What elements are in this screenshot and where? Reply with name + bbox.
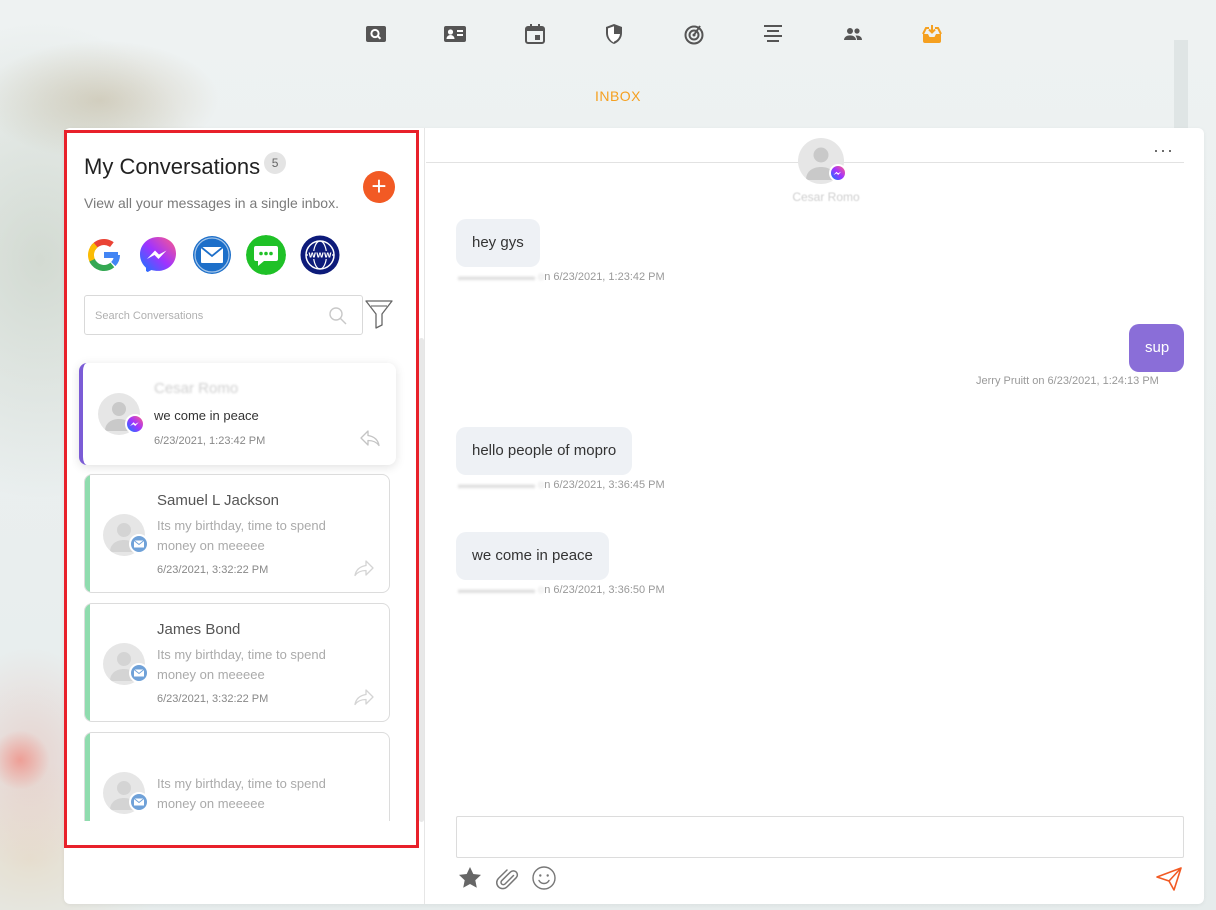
search-icon[interactable] [328, 306, 348, 326]
conversation-preview: Its my birthday, time to spend money on … [157, 518, 326, 553]
conversation-name: Samuel L Jackson [157, 492, 280, 509]
nav-contacts[interactable] [416, 20, 496, 48]
message-bubble-incoming: hello people of mopro [456, 427, 633, 475]
conversations-title: My Conversations [84, 154, 261, 179]
channel-messenger[interactable] [138, 235, 178, 275]
message-bubble-incoming: we come in peace [456, 532, 609, 580]
nav-calendar[interactable] [495, 20, 575, 48]
email-badge-icon [129, 663, 149, 683]
channel-sms[interactable] [246, 235, 286, 275]
conversation-list: Cesar Romo we come in peace 6/23/2021, 1… [72, 345, 417, 821]
email-icon [193, 236, 231, 274]
reply-icon[interactable] [359, 429, 381, 447]
conversation-preview: Its my birthday, time to spend money on … [157, 776, 326, 811]
channel-google[interactable] [84, 235, 124, 275]
top-nav [336, 20, 972, 48]
calendar-icon [524, 24, 545, 44]
conversation-list-scrollbar[interactable] [419, 338, 424, 822]
search-conversations [84, 295, 363, 335]
web-icon: WWW [300, 235, 340, 275]
align-center-icon [764, 25, 783, 42]
contact-card-icon [444, 26, 467, 42]
svg-text:WWW: WWW [308, 252, 331, 260]
channel-filters: WWW [84, 235, 340, 275]
conversation-time: 6/23/2021, 1:23:42 PM [154, 435, 266, 447]
conversations-subtitle: View all your messages in a single inbox… [84, 195, 339, 211]
forward-icon[interactable] [353, 688, 375, 706]
conversation-name: James Bond [157, 621, 241, 638]
more-options-button[interactable]: ··· [1153, 140, 1174, 161]
message-timestamp: 6/23/2021, 1:23:42 PM [553, 271, 665, 283]
people-icon [843, 28, 862, 40]
nav-inbox[interactable] [893, 20, 973, 48]
forward-icon[interactable] [353, 559, 375, 577]
channel-email[interactable] [192, 235, 232, 275]
conversation-count-badge: 5 [264, 152, 287, 174]
inbox-icon [922, 25, 943, 43]
message-meta: Jerry Pruitt on 6/23/2021, 1:24:13 PM [976, 375, 1159, 387]
message-bubble-outgoing: sup [1129, 324, 1184, 372]
conversation-item[interactable]: Its my birthday, time to spend money on … [84, 732, 390, 821]
message-input[interactable] [456, 816, 1184, 858]
target-icon [684, 25, 704, 45]
message-meta: ▬▬▬▬▬▬▬ on 6/23/2021, 3:36:50 PM [458, 584, 665, 596]
google-icon [88, 239, 120, 271]
conversation-name: Cesar Romo [154, 380, 239, 397]
conversations-header: My Conversations 5 [84, 152, 287, 180]
conversation-preview: we come in peace [154, 408, 259, 423]
messenger-badge-icon [829, 164, 847, 182]
email-badge-icon [129, 534, 149, 554]
nav-search[interactable] [336, 20, 416, 48]
nav-content[interactable] [734, 20, 814, 48]
conversation-item[interactable]: Cesar Romo we come in peace 6/23/2021, 1… [79, 363, 396, 465]
paperclip-icon[interactable] [494, 865, 520, 891]
message-timestamp: 6/23/2021, 3:36:50 PM [553, 584, 665, 596]
message-meta: ▬▬▬▬▬▬▬ on 6/23/2021, 1:23:42 PM [458, 271, 665, 283]
conversation-accent [85, 604, 90, 721]
message-meta: ▬▬▬▬▬▬▬ on 6/23/2021, 3:36:45 PM [458, 479, 665, 491]
messenger-badge-icon [125, 414, 145, 434]
channel-web[interactable]: WWW [300, 235, 340, 275]
filter-icon[interactable] [365, 299, 393, 329]
conversation-accent [85, 475, 90, 592]
conversation-time: 6/23/2021, 3:32:22 PM [157, 693, 269, 705]
conversation-item[interactable]: James Bond Its my birthday, time to spen… [84, 603, 390, 722]
shield-icon [606, 24, 623, 44]
active-page-label: INBOX [594, 88, 642, 104]
emoji-icon[interactable] [531, 865, 557, 891]
nav-targets[interactable] [654, 20, 734, 48]
conversation-time: 6/23/2021, 3:32:22 PM [157, 564, 269, 576]
add-conversation-button[interactable]: + [363, 171, 395, 203]
conversation-item[interactable]: Samuel L Jackson Its my birthday, time t… [84, 474, 390, 593]
email-badge-icon [129, 792, 149, 812]
message-timestamp: 6/23/2021, 3:36:45 PM [553, 479, 665, 491]
contact-name: Cesar Romo [792, 190, 860, 204]
sms-icon [246, 235, 286, 275]
conversation-accent [85, 733, 90, 821]
search-box-icon [365, 26, 386, 42]
nav-people[interactable] [813, 20, 893, 48]
nav-security[interactable] [575, 20, 655, 48]
messenger-icon [140, 237, 176, 273]
conversation-preview: Its my birthday, time to spend money on … [157, 647, 326, 682]
message-bubble-incoming: hey gys [456, 219, 540, 267]
search-input[interactable] [95, 306, 315, 326]
star-icon[interactable] [457, 865, 483, 891]
send-icon[interactable] [1155, 866, 1183, 892]
